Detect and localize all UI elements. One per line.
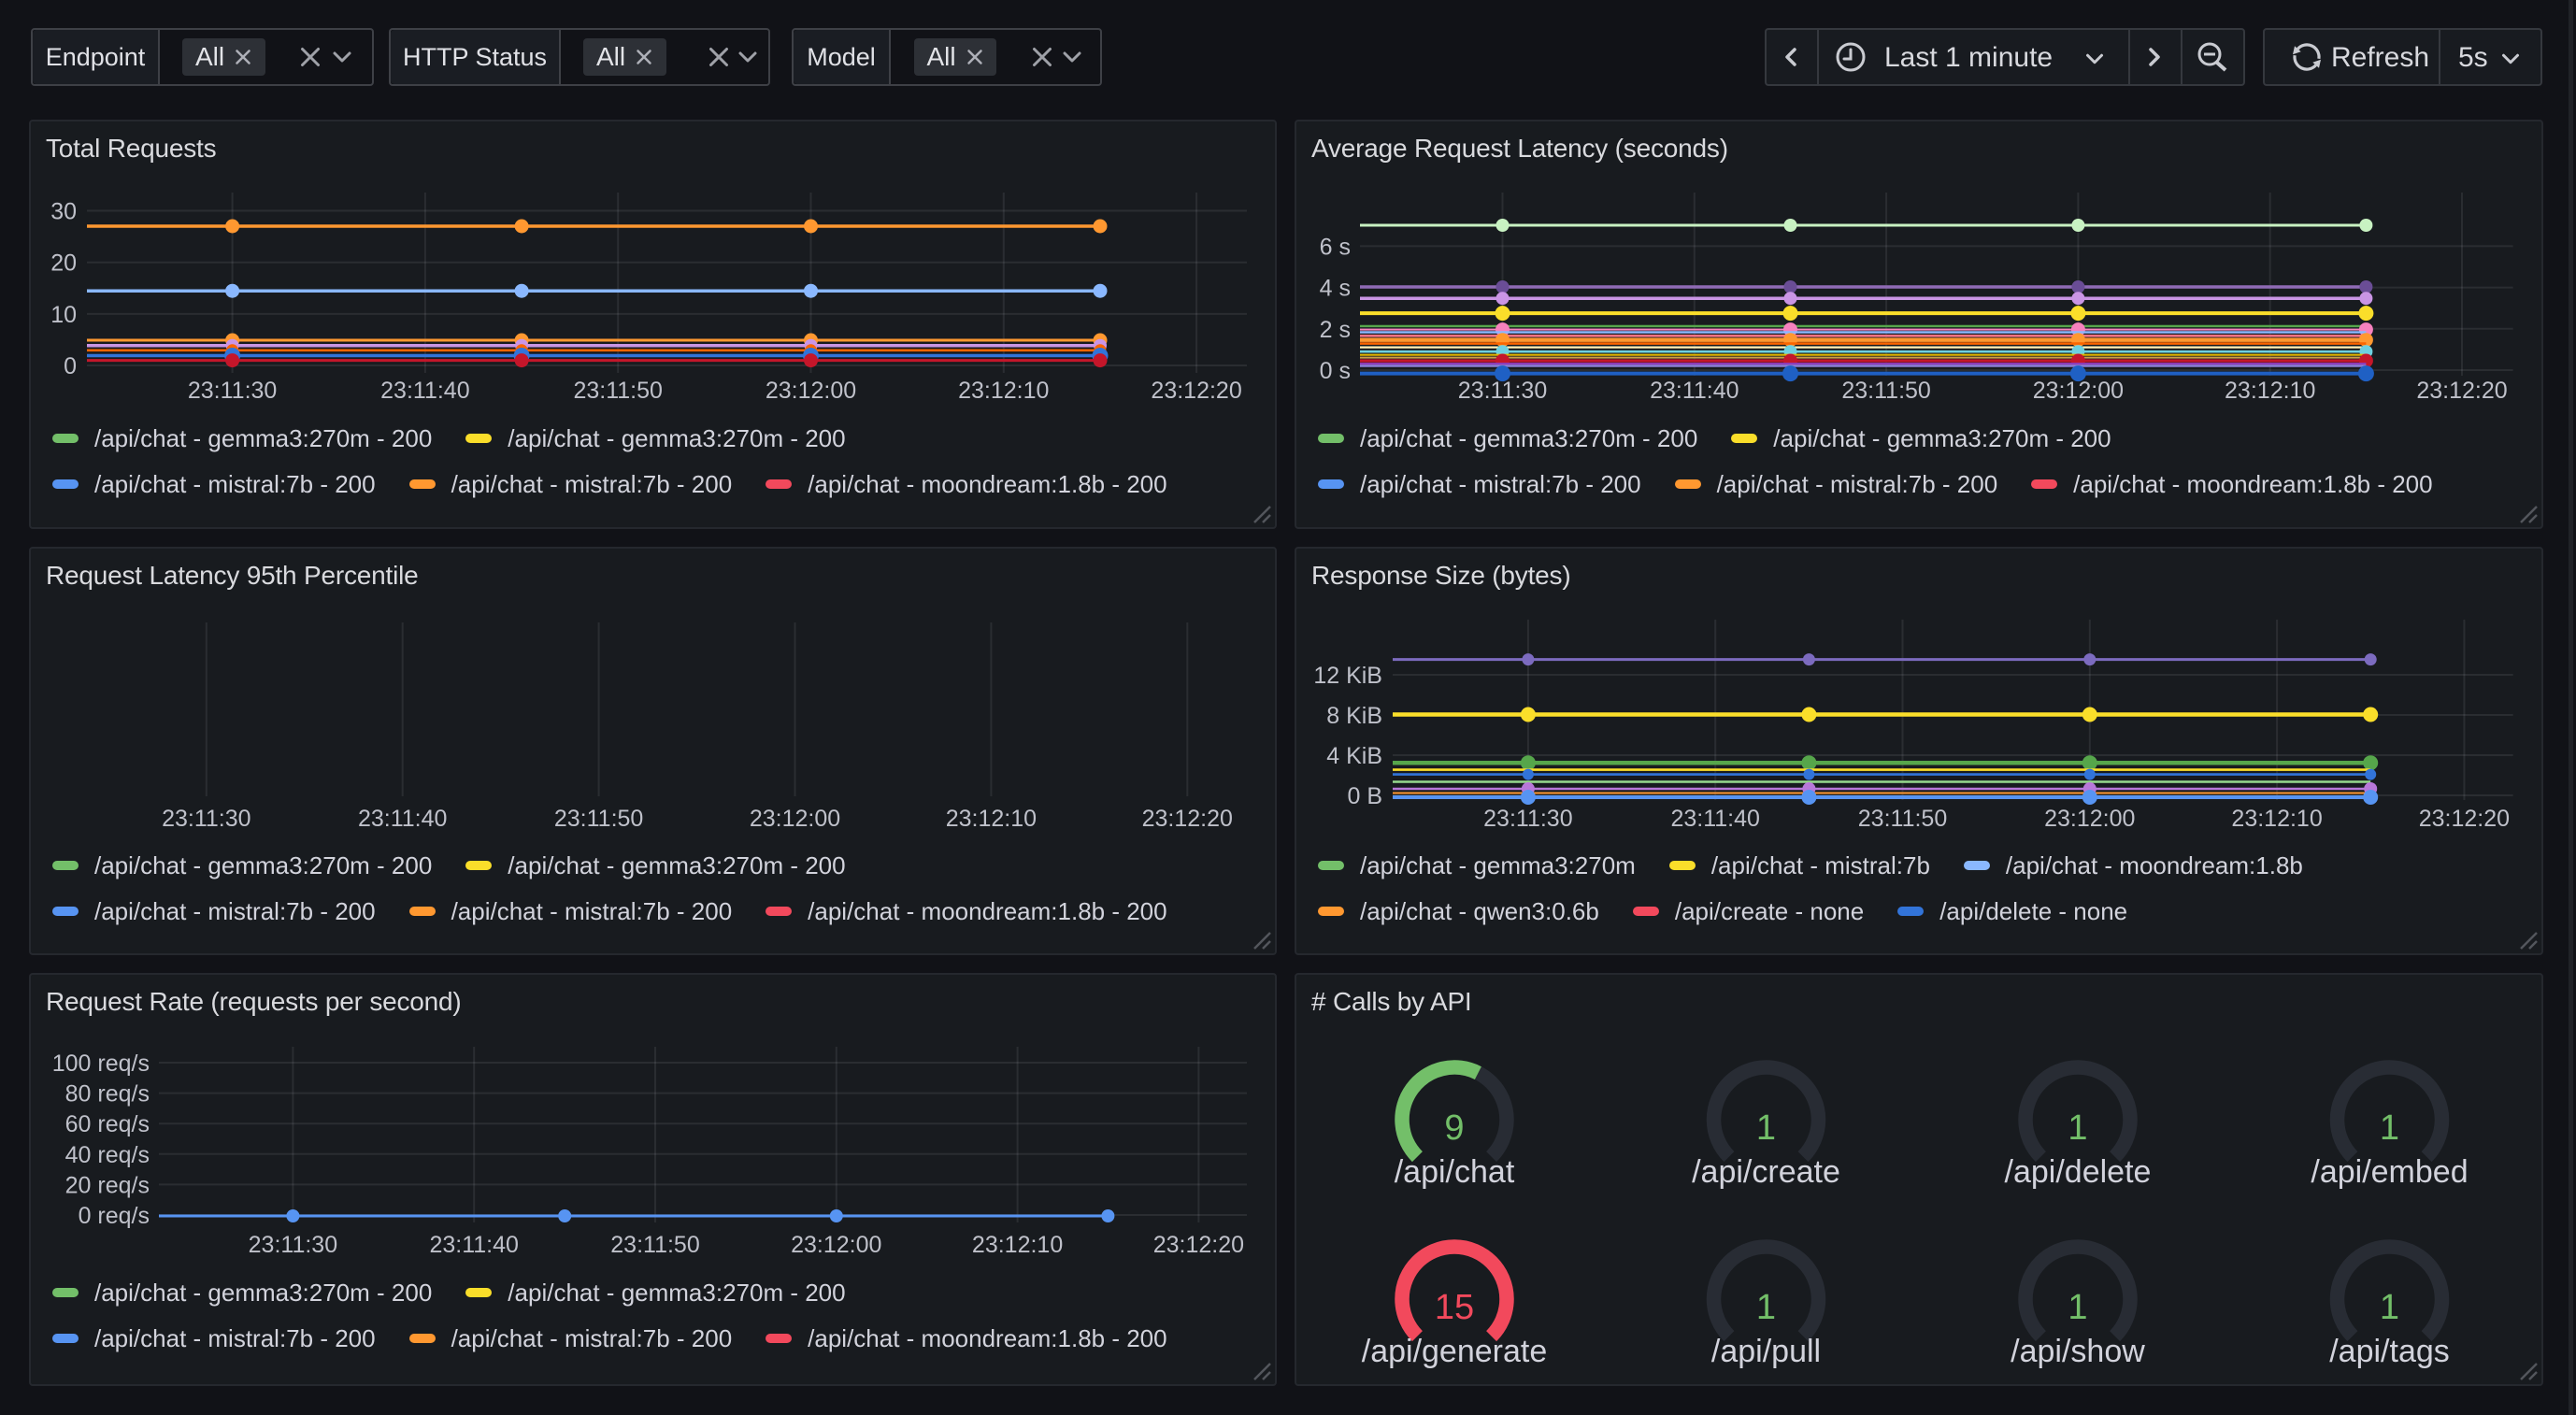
svg-text:/api/pull: /api/pull <box>1711 1334 1821 1369</box>
svg-text:23:11:40: 23:11:40 <box>1670 806 1759 832</box>
svg-text:23:11:30: 23:11:30 <box>162 806 250 832</box>
svg-text:23:12:00: 23:12:00 <box>791 1232 881 1258</box>
svg-text:23:11:30: 23:11:30 <box>249 1232 337 1258</box>
svg-text:23:11:40: 23:11:40 <box>380 378 469 404</box>
svg-text:4 KiB: 4 KiB <box>1326 743 1382 769</box>
svg-text:23:11:50: 23:11:50 <box>1841 378 1930 404</box>
svg-text:23:12:20: 23:12:20 <box>1151 378 1241 404</box>
svg-text:Refresh: Refresh <box>2331 42 2429 73</box>
svg-text:23:12:10: 23:12:10 <box>2231 806 2322 832</box>
svg-text:2 s: 2 s <box>1320 317 1351 343</box>
svg-text:23:12:10: 23:12:10 <box>958 378 1049 404</box>
svg-text:23:11:50: 23:11:50 <box>610 1232 699 1258</box>
svg-text:12 KiB: 12 KiB <box>1313 663 1382 689</box>
svg-text:23:12:20: 23:12:20 <box>2419 806 2510 832</box>
svg-text:0 s: 0 s <box>1320 358 1351 384</box>
svg-text:23:11:40: 23:11:40 <box>1650 378 1739 404</box>
svg-text:5s: 5s <box>2458 42 2488 73</box>
svg-text:23:11:40: 23:11:40 <box>429 1232 518 1258</box>
svg-text:8 KiB: 8 KiB <box>1326 703 1382 729</box>
svg-text:6 s: 6 s <box>1320 234 1351 260</box>
svg-text:23:11:30: 23:11:30 <box>188 378 277 404</box>
svg-text:0: 0 <box>64 353 77 379</box>
svg-text:60 req/s: 60 req/s <box>65 1111 150 1137</box>
svg-text:23:11:30: 23:11:30 <box>1483 806 1572 832</box>
svg-text:23:11:30: 23:11:30 <box>1458 378 1547 404</box>
svg-text:1: 1 <box>1756 1108 1776 1148</box>
svg-text:23:12:00: 23:12:00 <box>2044 806 2135 832</box>
svg-text:/api/create: /api/create <box>1692 1154 1840 1190</box>
svg-text:/api/tags: /api/tags <box>2329 1334 2450 1369</box>
svg-text:/api/delete: /api/delete <box>2005 1154 2152 1190</box>
svg-text:4 s: 4 s <box>1320 276 1351 302</box>
svg-text:23:12:20: 23:12:20 <box>1142 806 1233 832</box>
svg-text:1: 1 <box>2068 1108 2087 1148</box>
svg-text:20 req/s: 20 req/s <box>65 1172 150 1198</box>
svg-text:9: 9 <box>1444 1108 1464 1148</box>
svg-text:/api/generate: /api/generate <box>1362 1334 1548 1369</box>
svg-text:23:12:00: 23:12:00 <box>766 378 856 404</box>
svg-text:1: 1 <box>2068 1288 2087 1327</box>
svg-text:0 req/s: 0 req/s <box>79 1203 150 1229</box>
svg-text:23:11:40: 23:11:40 <box>358 806 447 832</box>
svg-text:1: 1 <box>2380 1108 2399 1148</box>
svg-text:23:12:20: 23:12:20 <box>2416 378 2507 404</box>
svg-text:23:11:50: 23:11:50 <box>573 378 662 404</box>
svg-text:80 req/s: 80 req/s <box>65 1081 150 1108</box>
svg-text:/api/embed: /api/embed <box>2311 1154 2468 1190</box>
svg-text:23:11:50: 23:11:50 <box>1858 806 1947 832</box>
svg-text:23:12:00: 23:12:00 <box>750 806 840 832</box>
svg-text:30: 30 <box>50 199 77 225</box>
svg-text:1: 1 <box>1756 1288 1776 1327</box>
svg-text:23:12:10: 23:12:10 <box>946 806 1037 832</box>
svg-text:23:12:20: 23:12:20 <box>1153 1232 1244 1258</box>
svg-text:1: 1 <box>2380 1288 2399 1327</box>
svg-text:100 req/s: 100 req/s <box>52 1051 150 1077</box>
svg-text:23:12:10: 23:12:10 <box>2225 378 2315 404</box>
svg-text:Last 1 minute: Last 1 minute <box>1884 42 2053 73</box>
svg-text:15: 15 <box>1435 1288 1474 1327</box>
svg-text:/api/chat: /api/chat <box>1395 1154 1515 1190</box>
svg-text:20: 20 <box>50 250 77 277</box>
svg-text:0 B: 0 B <box>1347 783 1382 809</box>
svg-text:23:12:00: 23:12:00 <box>2033 378 2124 404</box>
svg-text:23:12:10: 23:12:10 <box>972 1232 1063 1258</box>
svg-text:40 req/s: 40 req/s <box>65 1142 150 1168</box>
svg-text:10: 10 <box>50 302 77 328</box>
svg-text:23:11:50: 23:11:50 <box>554 806 643 832</box>
svg-text:/api/show: /api/show <box>2011 1334 2145 1369</box>
